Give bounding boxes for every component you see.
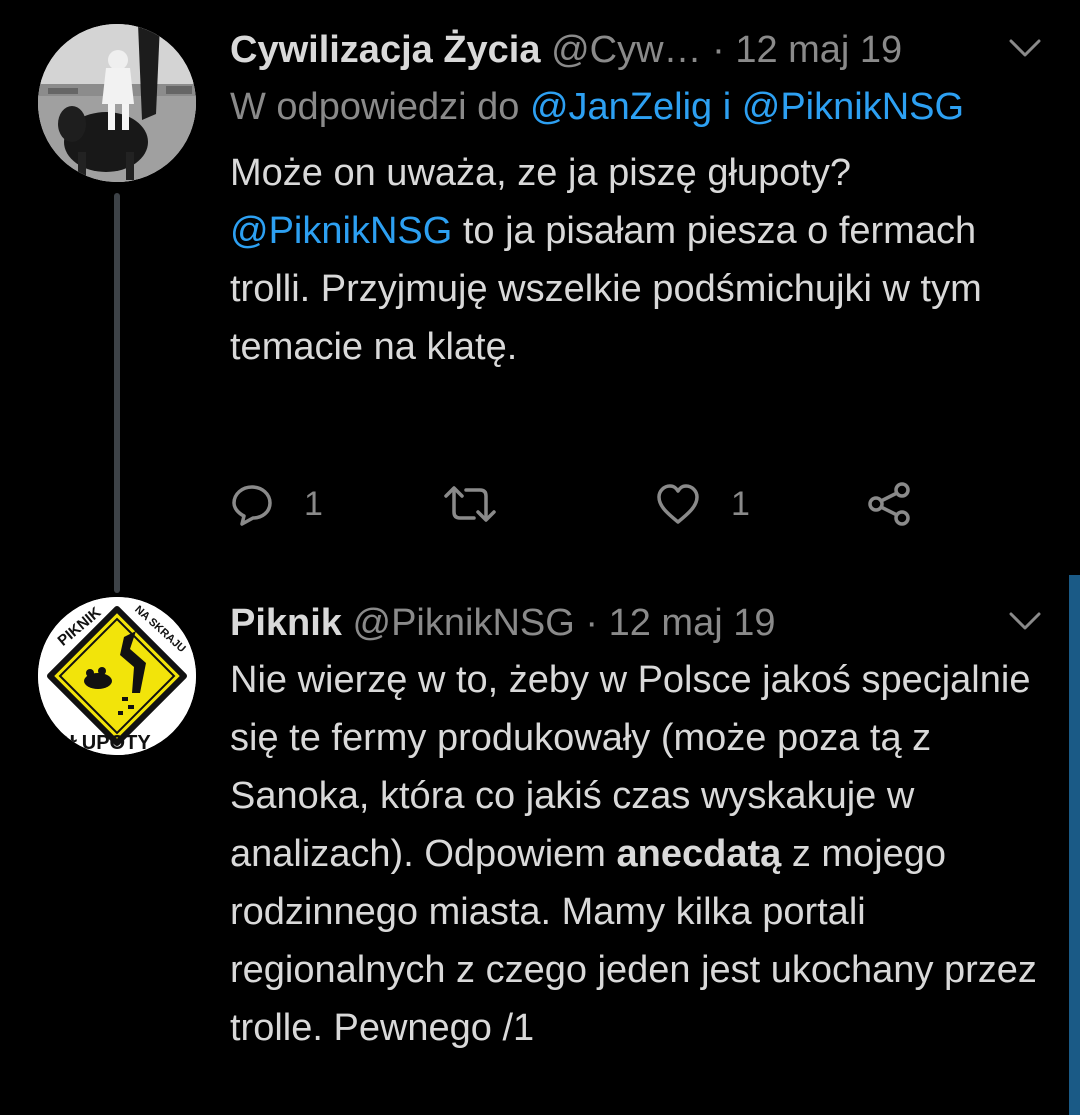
tweet-content: Piknik @PiknikNSG · 12 maj 19 Nie wierzę… xyxy=(230,595,1050,1057)
thread-line xyxy=(114,193,120,593)
avatar[interactable] xyxy=(38,24,196,182)
reply-context: W odpowiedzi do @JanZelig i @PiknikNSG xyxy=(230,78,1050,136)
share-button[interactable] xyxy=(866,474,914,534)
avatar-text-bottom: GŁUPOTY xyxy=(54,732,151,754)
chevron-down-icon[interactable] xyxy=(1008,36,1042,60)
tweet-actions: 1 1 xyxy=(230,474,930,534)
reply-prefix: W odpowiedzi do xyxy=(230,86,520,128)
author-name[interactable]: Cywilizacja Życia xyxy=(230,29,541,71)
retweet-icon xyxy=(444,486,496,522)
like-button[interactable]: 1 xyxy=(655,474,750,534)
separator: · xyxy=(712,29,725,71)
mention-link[interactable]: @JanZelig xyxy=(530,86,712,128)
scrollbar[interactable] xyxy=(1069,575,1080,1115)
mention-link[interactable]: @PiknikNSG xyxy=(742,86,964,128)
author-handle[interactable]: @Cyw… xyxy=(551,29,701,71)
retweet-button[interactable] xyxy=(442,474,498,534)
tweet-text-bold: anecdatą xyxy=(616,833,782,875)
avatar-photo-icon xyxy=(38,24,196,182)
tweet-text: Może on uważa, ze ja piszę głupoty? @Pik… xyxy=(230,144,1050,376)
author-handle[interactable]: @PiknikNSG xyxy=(353,602,575,644)
reply-button[interactable]: 1 xyxy=(230,474,323,534)
tweet-piknik[interactable]: PIKNIK NA SKRAJU GŁUPOTY Piknik @PiknikN… xyxy=(0,575,1080,1115)
tweet-date[interactable]: 12 maj 19 xyxy=(735,29,902,71)
tweet-content: Cywilizacja Życia @Cyw… · 12 maj 19 W od… xyxy=(230,22,1050,376)
tweet-text: Nie wierzę w to, żeby w Polsce jakoś spe… xyxy=(230,651,1050,1057)
tweet-text-line: Może on uważa, ze ja piszę głupoty? xyxy=(230,152,852,194)
mention-link[interactable]: @PiknikNSG xyxy=(230,210,452,252)
avatar[interactable]: PIKNIK NA SKRAJU GŁUPOTY xyxy=(38,597,196,755)
author-name[interactable]: Piknik xyxy=(230,602,342,644)
share-icon xyxy=(868,482,910,526)
tweet-cywilizacja-zycia[interactable]: Cywilizacja Życia @Cyw… · 12 maj 19 W od… xyxy=(0,0,1080,593)
reply-icon xyxy=(232,485,272,526)
like-count: 1 xyxy=(731,484,750,523)
reply-count: 1 xyxy=(304,484,323,523)
chevron-down-icon[interactable] xyxy=(1008,609,1042,633)
road-sign-logo-icon: PIKNIK NA SKRAJU GŁUPOTY xyxy=(38,597,196,755)
tweet-header: Cywilizacja Życia @Cyw… · 12 maj 19 xyxy=(230,22,1050,78)
tweet-header: Piknik @PiknikNSG · 12 maj 19 xyxy=(230,595,1050,651)
tweet-date[interactable]: 12 maj 19 xyxy=(609,602,776,644)
separator: · xyxy=(585,602,599,644)
like-icon xyxy=(657,484,699,524)
reply-joiner: i xyxy=(722,86,732,128)
